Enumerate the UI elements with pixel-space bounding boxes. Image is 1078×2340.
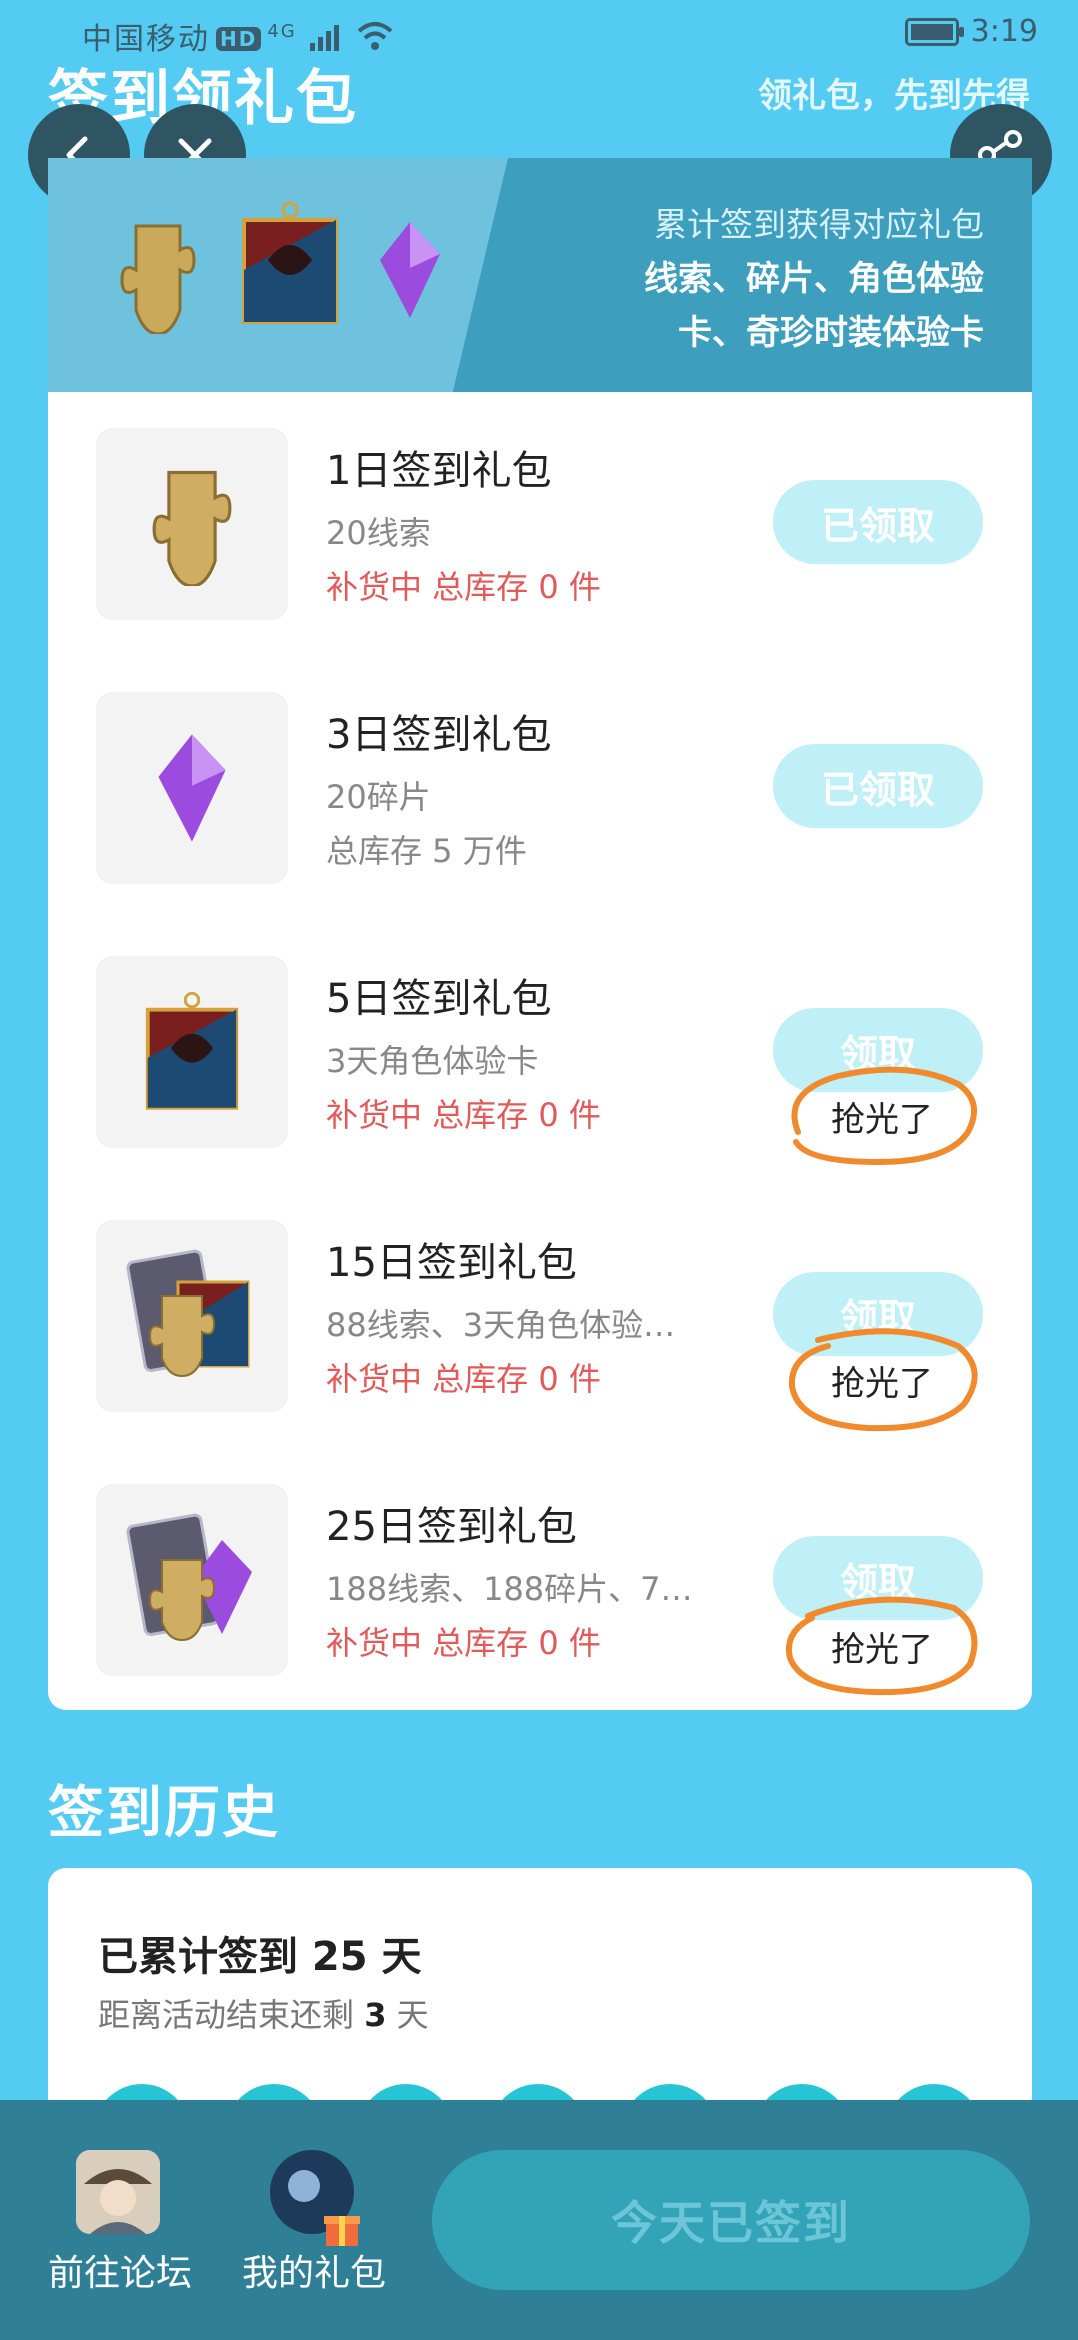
soldout-annotation: 抢光了 xyxy=(778,1062,986,1170)
signed-in-button[interactable]: 今天已签到 xyxy=(432,2150,1030,2290)
gift-thumbnail xyxy=(96,1484,288,1676)
hd-badge: HD xyxy=(216,27,262,51)
forum-avatar-icon xyxy=(76,2150,160,2234)
wifi-icon xyxy=(357,22,393,50)
signal-icon xyxy=(310,25,340,51)
bottom-bar: 前往论坛 我的礼包 今天已签到 xyxy=(0,2100,1078,2340)
banner-reward-line-1: 线索、碎片、角色体验 xyxy=(644,259,984,299)
gift-stock: 总库存 5 万件 xyxy=(326,832,527,870)
network-type: 4G xyxy=(267,21,297,42)
days-remaining: 距离活动结束还剩 3 天 xyxy=(98,1990,429,2036)
crystal-icon xyxy=(158,734,226,842)
gift-stock: 补货中 总库存 0 件 xyxy=(326,1096,601,1134)
gift-name: 15日签到礼包 xyxy=(326,1240,577,1286)
remain-days: 3 xyxy=(364,1996,387,2034)
forum-button[interactable]: 前往论坛 xyxy=(40,2100,200,2340)
banner-reward-line-2: 卡、奇珍时装体验卡 xyxy=(678,313,984,353)
character-card-icon xyxy=(242,201,338,324)
history-title: 签到历史 xyxy=(48,1781,280,1846)
gift-thumbnail xyxy=(96,956,288,1148)
gift-row: 1日签到礼包 20线索 补货中 总库存 0 件 已领取 xyxy=(48,428,1032,622)
card-bundle-icon xyxy=(126,1249,250,1378)
status-right: 3:19 xyxy=(904,14,1038,49)
gift-box-icon xyxy=(324,2216,360,2246)
clock: 3:19 xyxy=(970,14,1038,49)
crystal-icon xyxy=(380,222,440,318)
gift-name: 3日签到礼包 xyxy=(326,712,552,758)
gift-name: 5日签到礼包 xyxy=(326,976,552,1022)
puzzle-icon xyxy=(120,224,196,334)
gift-description: 20线索 xyxy=(326,514,431,552)
claimed-button[interactable]: 已领取 xyxy=(773,480,983,564)
card-crystal-bundle-icon xyxy=(126,1513,252,1642)
claimed-button[interactable]: 已领取 xyxy=(773,744,983,828)
forum-label: 前往论坛 xyxy=(48,2253,193,2294)
puzzle-icon xyxy=(152,470,232,586)
reward-banner: 累计签到获得对应礼包 线索、碎片、角色体验 卡、奇珍时装体验卡 xyxy=(48,158,1032,392)
gift-list-card: 1日签到礼包 20线索 补货中 总库存 0 件 已领取 3日签到礼包 20碎片 … xyxy=(48,392,1032,1710)
my-gifts-label: 我的礼包 xyxy=(242,2253,387,2294)
soldout-text: 抢光了 xyxy=(831,1099,933,1140)
character-card-icon xyxy=(145,991,239,1110)
gift-thumbnail xyxy=(96,1220,288,1412)
banner-text: 累计签到获得对应礼包 线索、碎片、角色体验 卡、奇珍时装体验卡 xyxy=(644,198,984,360)
my-gifts-button[interactable]: 我的礼包 xyxy=(232,2100,392,2340)
checkin-total: 已累计签到 25 天 xyxy=(98,1934,422,1980)
banner-description: 累计签到获得对应礼包 xyxy=(654,205,984,244)
gift-description: 88线索、3天角色体验… xyxy=(326,1306,676,1344)
gift-thumbnail xyxy=(96,692,288,884)
gift-stock: 补货中 总库存 0 件 xyxy=(326,568,601,606)
gift-thumbnail xyxy=(96,428,288,620)
soldout-text: 抢光了 xyxy=(831,1363,933,1404)
gift-name: 25日签到礼包 xyxy=(326,1504,577,1550)
soldout-annotation: 抢光了 xyxy=(778,1592,986,1700)
gift-stock: 补货中 总库存 0 件 xyxy=(326,1624,601,1662)
gift-stock: 补货中 总库存 0 件 xyxy=(326,1360,601,1398)
gift-description: 3天角色体验卡 xyxy=(326,1042,539,1080)
gift-row: 3日签到礼包 20碎片 总库存 5 万件 已领取 xyxy=(48,692,1032,886)
remain-suffix: 天 xyxy=(396,1996,429,2034)
soldout-annotation: 抢光了 xyxy=(778,1326,986,1434)
gift-description: 188线索、188碎片、7… xyxy=(326,1570,693,1608)
gift-name: 1日签到礼包 xyxy=(326,448,552,494)
remain-prefix: 距离活动结束还剩 xyxy=(98,1996,355,2034)
soldout-text: 抢光了 xyxy=(831,1629,933,1670)
gift-description: 20碎片 xyxy=(326,778,431,816)
battery-icon xyxy=(904,17,964,46)
